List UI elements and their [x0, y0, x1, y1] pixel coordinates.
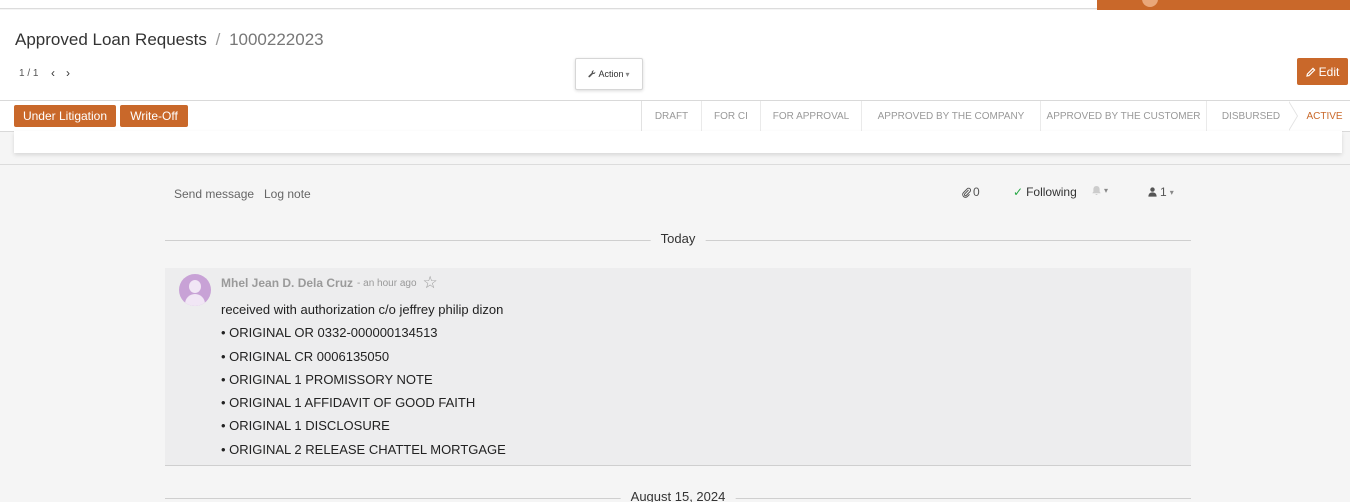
pager-value[interactable]: 1 / 1 [19, 68, 38, 79]
breadcrumb-separator: / [215, 30, 221, 49]
message-line: received with authorization c/o jeffrey … [221, 302, 504, 317]
pencil-icon [1305, 67, 1316, 77]
edit-button-label: Edit [1318, 64, 1340, 79]
message-line: • ORIGINAL CR 0006135050 [221, 348, 390, 364]
action-button-label: Action [598, 69, 624, 79]
chatter-topbar: Send message Log note 0 ✓ Following ▾ 1 … [165, 180, 1191, 208]
attachments-button[interactable]: 0 [962, 185, 980, 199]
stage-arrow-inner [1288, 101, 1297, 131]
date-separator-label: Today [650, 231, 706, 246]
breadcrumb-parent[interactable]: Approved Loan Requests [15, 30, 207, 49]
stage-approved-by-customer[interactable]: APPROVED BY THE CUSTOMER [1041, 101, 1207, 132]
message-time: - an hour ago [357, 277, 417, 289]
stage-for-approval[interactable]: FOR APPROVAL [761, 101, 862, 132]
star-icon[interactable]: ☆ [423, 274, 438, 291]
stage-pipeline: DRAFT FOR CI FOR APPROVAL APPROVED BY TH… [641, 101, 1350, 132]
message-author[interactable]: Mhel Jean D. Dela Cruz [221, 276, 353, 290]
send-message-button[interactable]: Send message [174, 187, 254, 201]
breadcrumb-record: 1000222023 [229, 30, 324, 49]
date-separator-previous: August 15, 2024 [165, 489, 1191, 502]
message-line: • ORIGINAL 1 AFFIDAVIT OF GOOD FAITH [221, 395, 476, 411]
log-note-button[interactable]: Log note [264, 187, 311, 201]
check-icon: ✓ [1013, 185, 1024, 199]
bell-caret-icon: ▾ [1104, 186, 1109, 195]
message-line: • ORIGINAL 1 DISCLOSURE [221, 418, 390, 434]
user-avatar-icon [1142, 0, 1158, 7]
chatter-message: Mhel Jean D. Dela Cruz - an hour ago ☆ r… [165, 268, 1191, 466]
paperclip-icon [962, 187, 971, 198]
message-line: • ORIGINAL OR 0332-000000134513 [221, 325, 438, 341]
edit-button[interactable]: Edit [1297, 58, 1348, 85]
date-separator-today: Today [165, 231, 1191, 249]
write-off-button[interactable]: Write-Off [120, 105, 188, 127]
bell-icon [1092, 186, 1101, 195]
action-button[interactable]: Action ▾ [575, 58, 643, 90]
wrench-icon [588, 70, 596, 78]
stage-disbursed[interactable]: DISBURSED [1207, 101, 1295, 132]
date-separator-label: August 15, 2024 [620, 489, 736, 502]
stage-approved-by-company[interactable]: APPROVED BY THE COMPANY [862, 101, 1041, 132]
avatar-head [189, 280, 201, 293]
divider [0, 164, 1350, 165]
followers-count: 1 [1160, 185, 1167, 199]
message-line: • ORIGINAL 2 RELEASE CHATTEL MORTGAGE [221, 441, 506, 457]
under-litigation-button[interactable]: Under Litigation [14, 105, 116, 127]
author-avatar[interactable] [179, 274, 211, 306]
pager-next-icon[interactable]: › [60, 66, 75, 80]
control-panel [0, 10, 1350, 100]
breadcrumb: Approved Loan Requests / 1000222023 [15, 30, 324, 50]
pager: 1 / 1 ‹ › [19, 66, 75, 80]
avatar-body [185, 294, 205, 306]
stage-for-ci[interactable]: FOR CI [702, 101, 761, 132]
top-navbar [0, 0, 1350, 10]
user-menu-tab[interactable] [1097, 0, 1350, 10]
action-caret-icon: ▾ [625, 69, 630, 79]
message-header: Mhel Jean D. Dela Cruz - an hour ago ☆ [221, 274, 438, 291]
following-button[interactable]: ✓ Following [1013, 185, 1077, 199]
pager-previous-icon[interactable]: ‹ [45, 66, 60, 80]
following-label: Following [1026, 185, 1077, 199]
stage-active[interactable]: ACTIVE [1298, 101, 1350, 132]
status-bar: Under Litigation Write-Off DRAFT FOR CI … [0, 100, 1350, 132]
notification-settings-button[interactable]: ▾ [1091, 185, 1108, 196]
stage-draft[interactable]: DRAFT [642, 101, 702, 132]
message-line: • ORIGINAL 1 PROMISSORY NOTE [221, 371, 433, 387]
followers-caret-icon: ▾ [1169, 187, 1174, 197]
message-body: received with authorization c/o jeffrey … [221, 301, 506, 464]
attachments-count: 0 [973, 185, 980, 199]
user-icon [1148, 187, 1157, 197]
followers-button[interactable]: 1 ▾ [1148, 185, 1174, 199]
form-sheet [14, 131, 1342, 153]
